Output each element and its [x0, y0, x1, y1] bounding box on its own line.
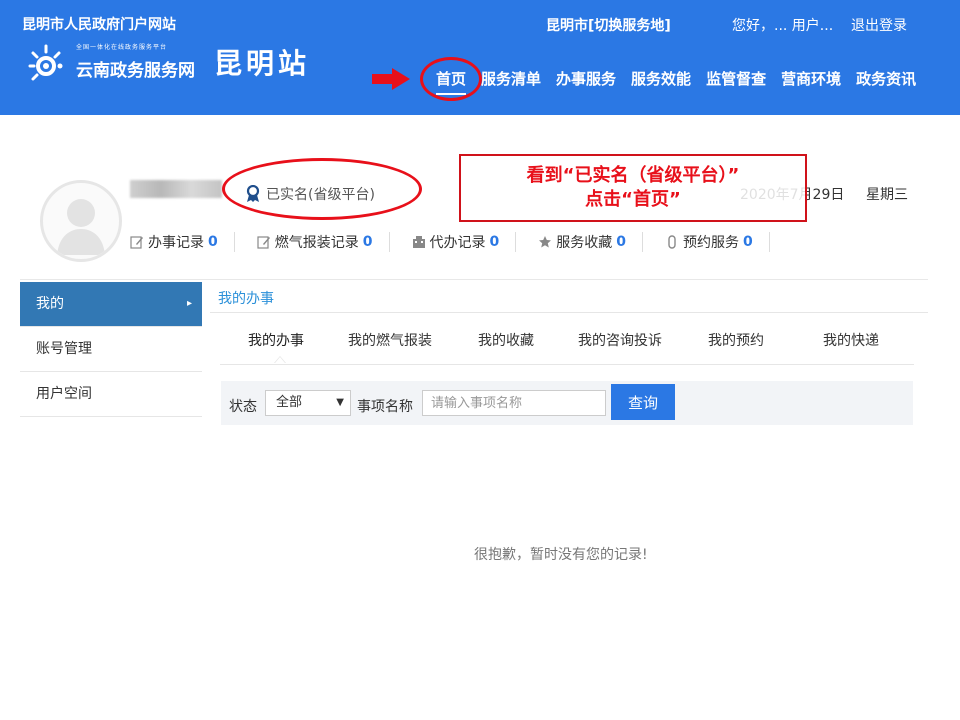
building-icon	[412, 236, 425, 248]
username-redacted	[130, 180, 222, 198]
item-name-input[interactable]	[422, 390, 606, 416]
stat-count: 0	[616, 234, 626, 250]
nav-item-efficiency[interactable]: 服务效能	[631, 68, 691, 95]
instruction-callout: 看到“已实名（省级平台）” 点击“首页”	[459, 154, 807, 222]
city-switch-link[interactable]: 昆明市[切换服务地]	[546, 15, 671, 35]
tab-my-express[interactable]: 我的快递	[823, 330, 879, 350]
stat-count: 0	[208, 234, 218, 250]
stat-favorites[interactable]: 服务收藏 0	[538, 232, 643, 252]
user-greeting[interactable]: 您好，... 用户...	[732, 15, 833, 35]
empty-state-message: 很抱歉，暂时没有您的记录!	[474, 547, 648, 563]
nav-item-affairs[interactable]: 办事服务	[556, 68, 616, 95]
active-tab-pointer	[274, 356, 286, 363]
tab-my-gas[interactable]: 我的燃气报装	[348, 330, 432, 350]
tab-my-affairs[interactable]: 我的办事	[248, 330, 304, 350]
sidebar-item-label: 账号管理	[36, 341, 92, 357]
star-icon	[539, 236, 552, 248]
site-logo[interactable]: 全国一体化在线政务服务平台 云南政务服务网 昆明站	[24, 40, 324, 90]
sidebar-item-mine[interactable]: 我的 ▸	[20, 282, 202, 327]
sidebar: 我的 ▸ 账号管理 用户空间	[20, 282, 202, 417]
sidebar-item-label: 我的	[36, 296, 64, 312]
portal-link[interactable]: 昆明市人民政府门户网站	[22, 14, 176, 34]
stat-label: 服务收藏	[556, 235, 613, 251]
red-arrow-icon	[372, 68, 410, 90]
current-weekday: 星期三	[866, 187, 908, 203]
stat-label: 预约服务	[683, 235, 739, 251]
sidebar-item-account[interactable]: 账号管理	[20, 327, 202, 372]
stat-count: 0	[743, 234, 753, 250]
tab-bar: 我的办事 我的燃气报装 我的收藏 我的咨询投诉 我的预约 我的快递	[220, 330, 914, 365]
status-selected-value: 全部	[276, 395, 303, 410]
user-avatar-icon	[57, 199, 105, 255]
logout-link[interactable]: 退出登录	[851, 15, 907, 35]
query-button[interactable]: 查询	[611, 384, 675, 420]
stat-count: 0	[489, 234, 500, 250]
tab-my-appointments[interactable]: 我的预约	[708, 330, 764, 350]
stat-label: 代办记录	[429, 235, 486, 251]
profile-stats: 办事记录 0 燃气报装记录 0 代办记录 0 服务收藏 0 预约服务 0	[130, 232, 770, 252]
sun-logo-icon	[28, 44, 63, 81]
profile-divider	[20, 279, 928, 280]
avatar	[40, 180, 122, 262]
sidebar-item-label: 用户空间	[36, 386, 92, 402]
stat-count: 0	[362, 234, 373, 250]
nav-item-service-list[interactable]: 服务清单	[481, 68, 541, 95]
status-select[interactable]: 全部 ▼	[265, 390, 351, 416]
tab-my-complaints[interactable]: 我的咨询投诉	[578, 330, 662, 350]
stat-appointments[interactable]: 预约服务 0	[665, 232, 770, 252]
callout-line-2: 点击“首页”	[585, 189, 681, 210]
stat-label: 办事记录	[148, 235, 204, 251]
chevron-right-icon: ▸	[186, 298, 192, 309]
logo-station: 昆明站	[214, 47, 311, 80]
section-divider	[210, 312, 928, 313]
edit-icon	[130, 236, 143, 249]
item-name-label: 事项名称	[357, 399, 413, 415]
callout-line-1: 看到“已实名（省级平台）”	[526, 165, 740, 186]
section-title: 我的办事	[218, 291, 274, 307]
stat-affairs-records[interactable]: 办事记录 0	[130, 232, 235, 252]
highlight-circle-verified	[222, 158, 422, 220]
nav-item-business-env[interactable]: 营商环境	[781, 68, 841, 95]
sidebar-item-user-space[interactable]: 用户空间	[20, 372, 202, 417]
filter-bar: 状态 全部 ▼ 事项名称 查询	[221, 381, 913, 425]
nav-item-news[interactable]: 政务资讯	[856, 68, 916, 95]
logo-slogan: 全国一体化在线政务服务平台	[76, 44, 168, 51]
clip-icon	[668, 235, 676, 249]
caret-down-icon: ▼	[336, 397, 344, 408]
stat-gas-records[interactable]: 燃气报装记录 0	[257, 232, 390, 252]
nav-item-supervision[interactable]: 监管督查	[706, 68, 766, 95]
stat-agent-records[interactable]: 代办记录 0	[412, 232, 517, 252]
status-label: 状态	[229, 399, 257, 415]
main-nav: 首页 服务清单 办事服务 服务效能 监管督查 营商环境 政务资讯	[436, 68, 931, 95]
stat-label: 燃气报装记录	[274, 235, 359, 251]
edit-icon	[257, 236, 270, 249]
tab-my-favorites[interactable]: 我的收藏	[478, 330, 534, 350]
site-header: 昆明市人民政府门户网站 全国一体化在线政务服务平台 云南政务服务网 昆明站 昆明…	[0, 0, 960, 115]
logo-name: 云南政务服务网	[76, 61, 195, 81]
highlight-circle-home	[420, 57, 482, 101]
